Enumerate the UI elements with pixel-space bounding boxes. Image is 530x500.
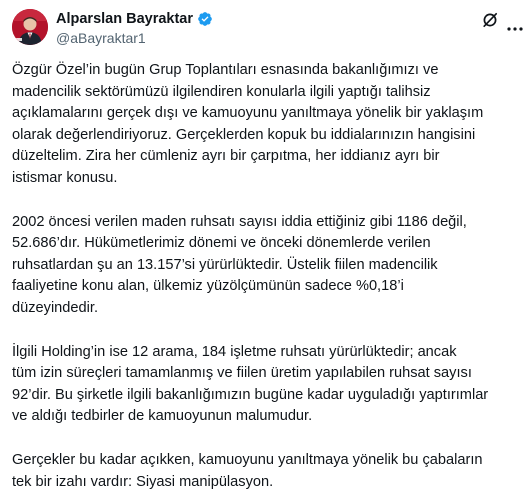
tweet-paragraph: Gerçekler bu kadar açıkken, kamuoyunu ya… xyxy=(12,450,524,493)
tweet-text: Özgür Özel’in bugün Grup Toplantıları es… xyxy=(12,60,524,493)
author-handle[interactable]: @aBayraktar1 xyxy=(56,30,146,46)
text-line: tek bir izahı vardır: Siyasi manipülasyo… xyxy=(12,473,274,490)
text-line: ruhsatlardan şu an 13.157’si yürürlükted… xyxy=(12,256,438,273)
author-name-row: Alparslan Bayraktar xyxy=(56,10,213,28)
text-line: istismar konusu. xyxy=(12,169,118,186)
author-display-name[interactable]: Alparslan Bayraktar xyxy=(56,11,193,27)
tweet-paragraph: İlgili Holding’in ise 12 arama, 184 işle… xyxy=(12,342,524,428)
text-line: 52.686’dır. Hükümetlerimiz dönemi ve önc… xyxy=(12,235,431,252)
text-line: 2002 öncesi verilen maden ruhsatı sayısı… xyxy=(12,213,467,230)
text-line: Gerçekler bu kadar açıkken, kamuoyunu ya… xyxy=(12,451,483,468)
text-line: açıklamalarını gerçek dışı ve kamuoyunu … xyxy=(12,105,484,122)
tweet-paragraph: 2002 öncesi verilen maden ruhsatı sayısı… xyxy=(12,212,524,320)
avatar-image xyxy=(12,9,48,45)
grok-icon[interactable] xyxy=(482,12,498,28)
text-line: Özgür Özel’in bugün Grup Toplantıları es… xyxy=(12,62,439,78)
text-line: düzeyindedir. xyxy=(12,299,99,316)
text-line: 92’dir. Bu şirketle ilgili bakanlığımızı… xyxy=(12,386,489,403)
text-line: İlgili Holding’in ise 12 arama, 184 işle… xyxy=(12,343,457,360)
text-line: madencilik sektörümüzü ilgilendiren konu… xyxy=(12,83,431,100)
text-line: ve aldığı tedbirler de kamuoyunun malumu… xyxy=(12,408,313,425)
text-line: faaliyetine konu alan, ülkemiz yüzölçümü… xyxy=(12,278,404,295)
text-line: düzeltelim. Zira her cümleniz ayrı bir ç… xyxy=(12,148,440,165)
more-options-icon[interactable] xyxy=(507,18,523,31)
tweet-paragraph: Özgür Özel’in bugün Grup Toplantıları es… xyxy=(12,60,524,190)
text-line: olarak değerlendiriyoruz. Gerçeklerden k… xyxy=(12,126,476,143)
profile-avatar[interactable] xyxy=(12,9,48,45)
verified-badge-icon xyxy=(197,11,213,27)
text-line: tüm izin süreçleri tamamlanmış ve fiilen… xyxy=(12,365,472,382)
tweet-card: Alparslan Bayraktar @aBayraktar1 Özgür Ö… xyxy=(0,0,530,500)
